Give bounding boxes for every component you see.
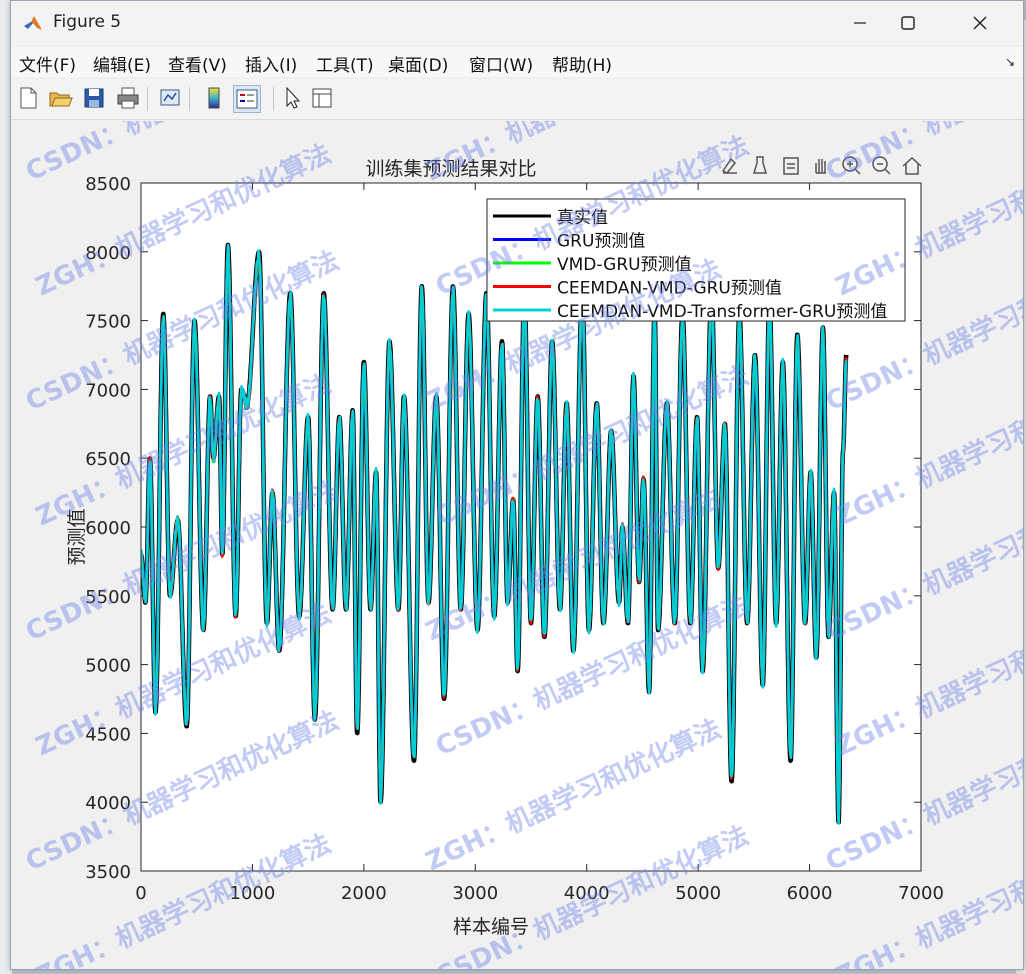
menu-insert[interactable]: 插入(I): [245, 51, 297, 76]
new-figure-icon[interactable]: [15, 85, 41, 111]
figure-canvas: 0 1000 2000 3000 4000 5000 6000 7000 3500 4000 450…: [11, 0, 1026, 974]
menu-dock-arrow-icon[interactable]: ↘: [1005, 55, 1015, 69]
menu-edit[interactable]: 编辑(E): [93, 51, 151, 76]
link-plot-icon[interactable]: [157, 85, 183, 111]
property-inspector-icon[interactable]: [309, 85, 335, 111]
brush-icon[interactable]: [752, 156, 768, 174]
y-tick-label: 6000: [85, 518, 131, 539]
y-tick-label: 7500: [85, 312, 131, 333]
maximize-icon: [901, 16, 915, 30]
edit-plot-icon[interactable]: [279, 85, 305, 111]
x-tick-label: 0: [135, 883, 146, 904]
plot-svg: 0 1000 2000 3000 4000 5000 6000 700035004000450…: [11, 0, 1026, 974]
close-button[interactable]: [957, 7, 1003, 39]
save-icon[interactable]: [81, 85, 107, 111]
x-tick-label: 5000: [675, 883, 721, 904]
figure-toolbar: [11, 79, 1023, 120]
insert-colorbar-icon[interactable]: [201, 85, 227, 111]
x-tick-label: 2000: [341, 883, 387, 904]
minimize-button[interactable]: [837, 7, 883, 39]
title-bar: Figure 5: [11, 1, 1023, 45]
close-icon: [973, 16, 987, 30]
menu-bar: 文件(F) 编辑(E) 查看(V) 插入(I) 工具(T) 桌面(D) 窗口(W…: [11, 47, 1023, 77]
menu-view[interactable]: 查看(V): [168, 51, 227, 76]
x-tick-label: 7000: [898, 883, 944, 904]
menu-desktop[interactable]: 桌面(D): [388, 51, 448, 76]
menu-file[interactable]: 文件(F): [19, 51, 76, 76]
toolbar-separator: [147, 87, 148, 111]
open-file-icon[interactable]: [47, 85, 73, 111]
y-tick-label: 3500: [85, 862, 131, 883]
maximize-button[interactable]: [885, 7, 931, 39]
insert-legend-icon[interactable]: [233, 85, 261, 113]
legend-label: VMD-GRU预测值: [557, 255, 692, 275]
y-tick-label: 5000: [85, 656, 131, 677]
menu-tools[interactable]: 工具(T): [316, 51, 374, 76]
matlab-icon: [24, 16, 42, 30]
menu-help[interactable]: 帮助(H): [552, 51, 612, 76]
home-icon[interactable]: [902, 156, 922, 175]
print-icon[interactable]: [115, 85, 141, 111]
menu-window[interactable]: 窗口(W): [469, 51, 533, 76]
toolbar-separator: [273, 87, 274, 111]
toolbar-separator: [189, 87, 190, 111]
restore-view-icon[interactable]: [783, 157, 799, 175]
window-title: Figure 5: [53, 12, 122, 32]
figure-window: Figure 5 文件(F) 编辑(E) 查看(V) 插入(I) 工具(T) 桌…: [10, 0, 1026, 974]
minimize-icon: [854, 22, 866, 24]
x-tick-label: 6000: [787, 883, 833, 904]
x-tick-label: 3000: [452, 883, 498, 904]
watermark-text: CSDN：机器学习和优化算法: [821, 121, 1023, 187]
y-tick-label: 8500: [85, 174, 131, 195]
